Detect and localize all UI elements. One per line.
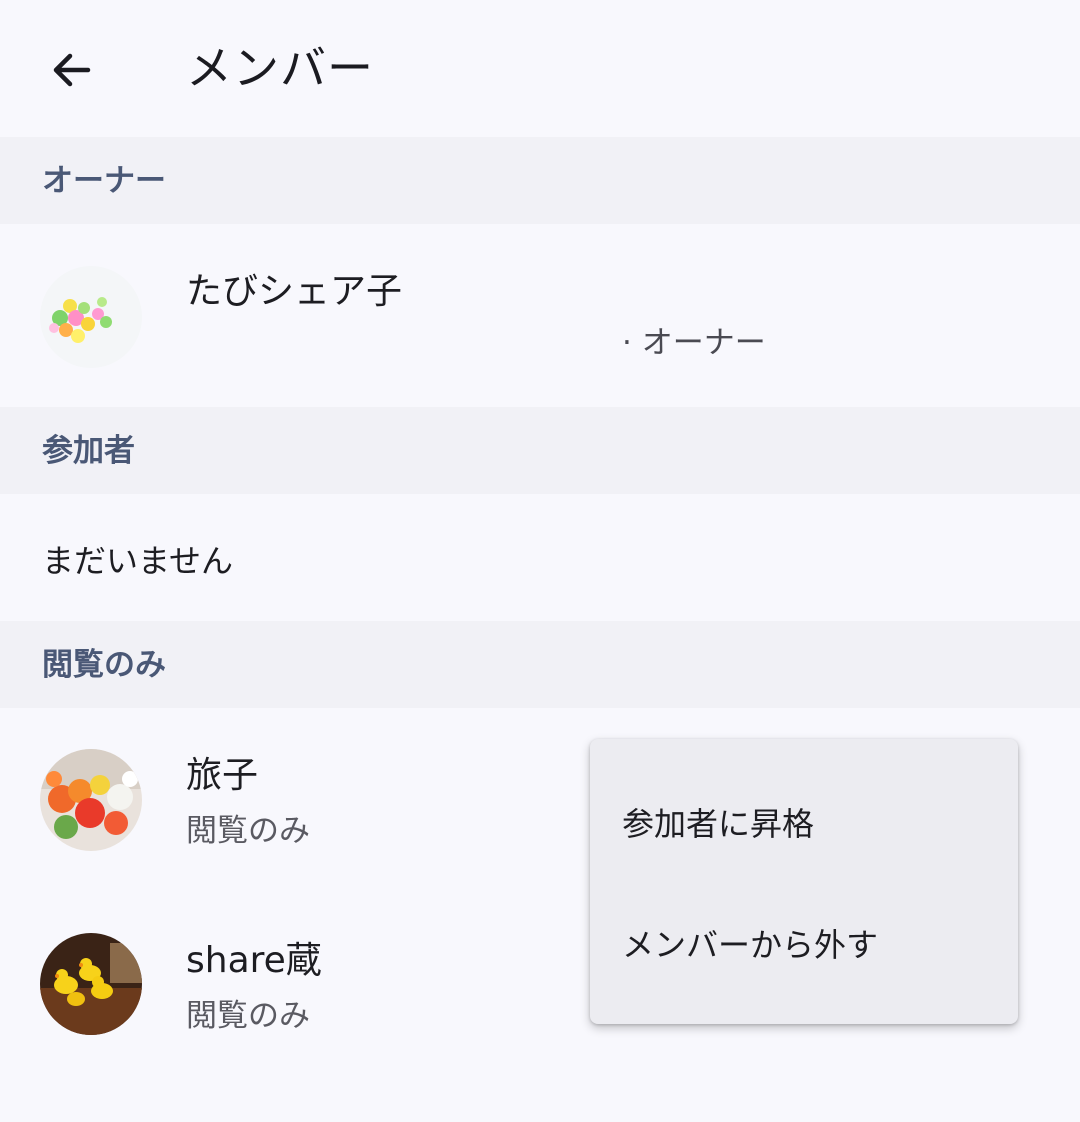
section-label: 閲覧のみ bbox=[42, 647, 166, 683]
arrow-back-icon bbox=[53, 53, 91, 87]
member-row-owner[interactable]: たびシェア子 bbox=[0, 224, 1080, 407]
back-button[interactable] bbox=[24, 22, 120, 118]
member-name: たびシェア子 bbox=[186, 271, 403, 312]
member-role: · オーナー bbox=[622, 325, 766, 361]
empty-state-text: まだいません bbox=[42, 542, 234, 580]
promote-to-participant-menu-item[interactable]: 参加者に昇格 bbox=[590, 764, 1018, 884]
section-header-participants: 参加者 bbox=[0, 407, 1080, 494]
member-role: 閲覧のみ bbox=[186, 813, 310, 849]
member-name: 旅子 bbox=[186, 755, 259, 796]
avatar bbox=[40, 266, 142, 368]
remove-member-menu-item[interactable]: メンバーから外す bbox=[590, 885, 1018, 1005]
top-app-bar: メンバー bbox=[0, 0, 1080, 137]
member-options-menu: 参加者に昇格 メンバーから外す bbox=[590, 739, 1018, 1024]
section-label: オーナー bbox=[42, 163, 166, 199]
menu-item-label: 参加者に昇格 bbox=[622, 805, 815, 843]
members-screen: メンバー オーナー たびシェア子 · オーナー 参加者 まだいません 閲覧のみ … bbox=[0, 0, 1080, 1122]
avatar bbox=[40, 749, 142, 851]
section-header-viewers: 閲覧のみ bbox=[0, 621, 1080, 708]
menu-item-label: メンバーから外す bbox=[622, 926, 879, 964]
avatar bbox=[40, 933, 142, 1035]
page-title: メンバー bbox=[186, 41, 374, 95]
member-name: share蔵 bbox=[186, 940, 322, 981]
section-header-owner: オーナー bbox=[0, 137, 1080, 224]
member-role: 閲覧のみ bbox=[186, 998, 310, 1034]
section-label: 参加者 bbox=[42, 433, 135, 469]
